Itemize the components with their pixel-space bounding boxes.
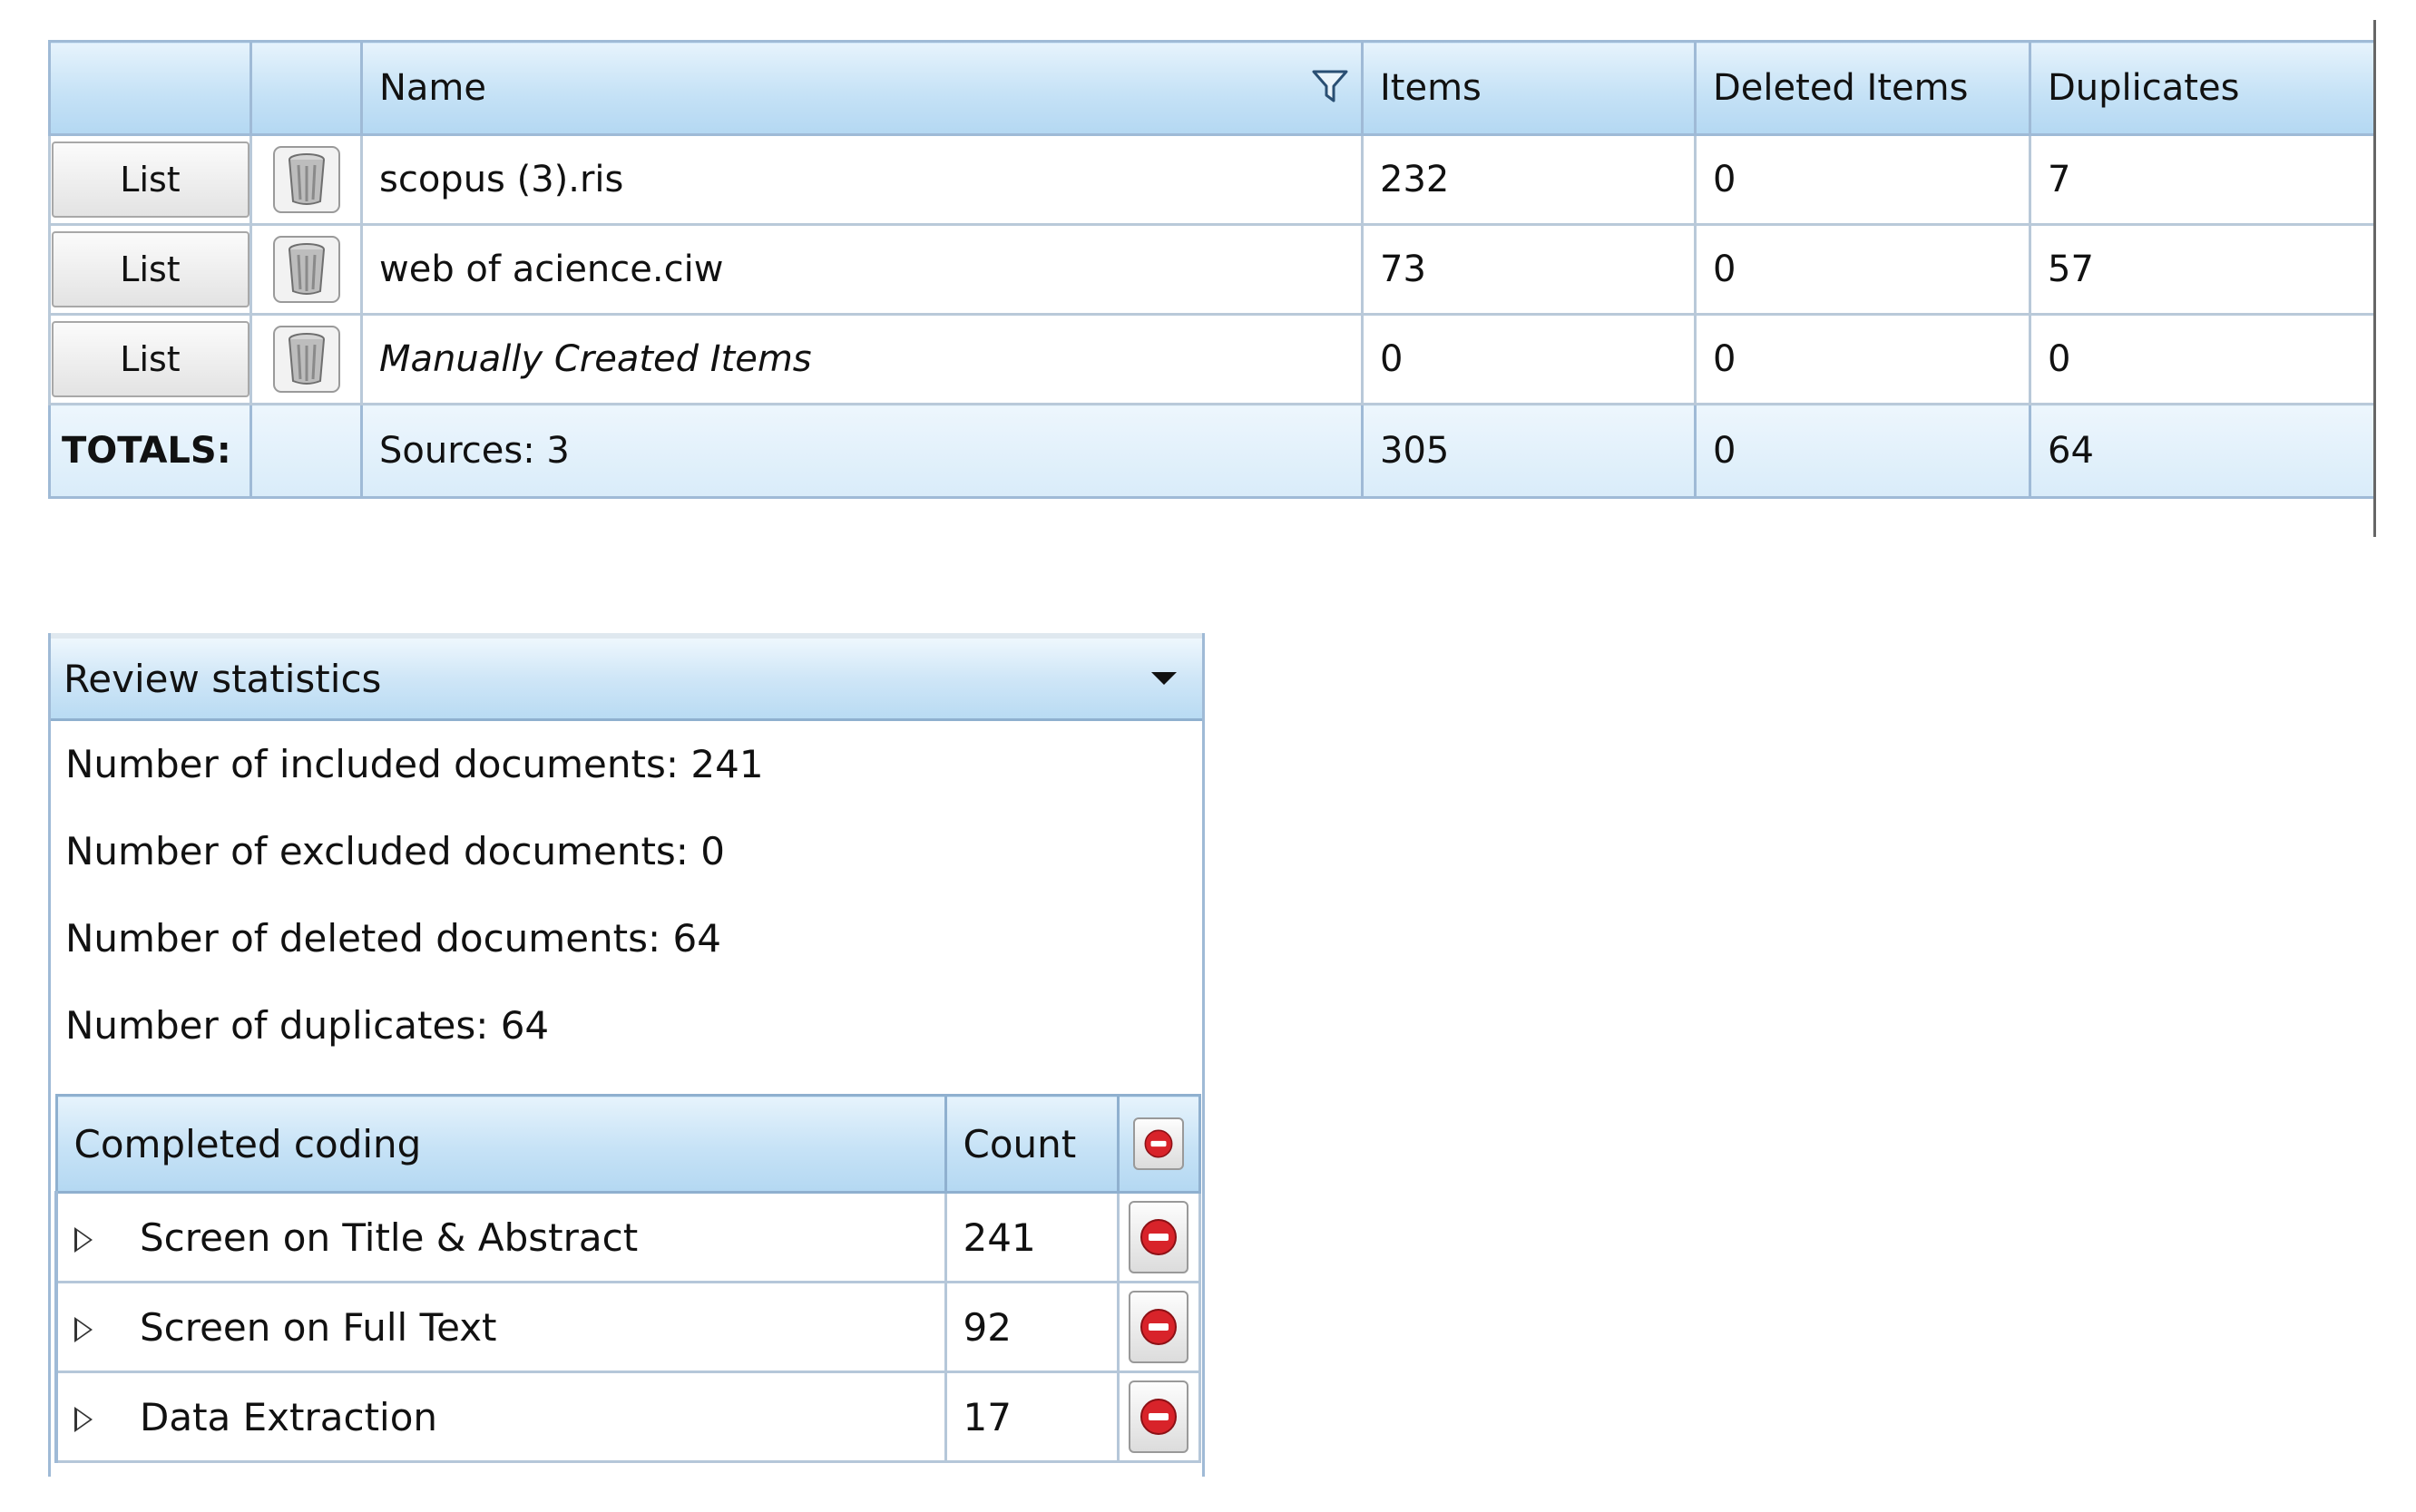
coding-header-row: Completed coding Count [54,1094,1201,1194]
remove-icon [1140,1219,1177,1255]
delete-coding-button[interactable] [1129,1201,1188,1273]
dropdown-arrow-icon[interactable] [1151,672,1177,685]
source-name: scopus (3).ris [360,133,1364,226]
filter-icon[interactable] [1310,66,1350,106]
trash-cell [249,313,363,405]
totals-sources: Sources: 3 [360,403,1364,499]
trash-bin-icon[interactable] [270,143,343,216]
coding-count: 92 [944,1281,1120,1373]
delete-cell [1116,1191,1201,1283]
stat-deleted: Number of deleted documents: 64 [65,916,721,961]
coding-name: Data Extraction [140,1394,438,1439]
sources-header-row: Name Items Deleted Items Duplicates [48,40,2376,136]
totals-deleted: 0 [1694,403,2031,499]
delete-coding-button[interactable] [1129,1380,1188,1453]
remove-icon [1140,1309,1177,1345]
header-empty-2 [249,40,363,136]
trash-cell [249,223,363,316]
trash-bin-icon[interactable] [270,323,343,395]
totals-row: TOTALS: Sources: 3 305 0 64 [48,403,2376,499]
header-duplicates[interactable]: Duplicates [2029,40,2376,136]
review-statistics-title: Review statistics [64,656,382,701]
header-deleted-items[interactable]: Deleted Items [1694,40,2031,136]
header-name[interactable]: Name [360,40,1364,136]
totals-empty [249,403,363,499]
delete-all-button[interactable] [1133,1117,1184,1170]
source-name: web of acience.ciw [360,223,1364,316]
table-row: List scopus (3).ris 232 0 7 [48,133,2376,226]
remove-icon [1144,1129,1173,1158]
totals-items: 305 [1361,403,1697,499]
list-button-cell: List [48,223,252,316]
list-button-cell: List [48,313,252,405]
review-statistics-panel: Review statistics Number of included doc… [48,633,1205,1477]
review-statistics-header[interactable]: Review statistics [51,633,1202,721]
table-row: List web of acience.ciw 73 0 57 [48,223,2376,316]
completed-coding-table: Completed coding Count Screen on Title &… [54,1094,1201,1463]
list-button-cell: List [48,133,252,226]
stat-duplicates: Number of duplicates: 64 [65,1003,550,1048]
list-button[interactable]: List [52,321,249,397]
remove-icon [1140,1399,1177,1435]
delete-coding-button[interactable] [1129,1291,1188,1363]
coding-count: 241 [944,1191,1120,1283]
coding-name-cell: Screen on Full Text [54,1281,947,1373]
list-button[interactable]: List [52,231,249,307]
header-completed-coding[interactable]: Completed coding [54,1094,947,1194]
stat-excluded: Number of excluded documents: 0 [65,829,726,873]
source-deleted: 0 [1694,313,2031,405]
sources-table: Name Items Deleted Items Duplicates List [48,40,2376,499]
header-items[interactable]: Items [1361,40,1697,136]
source-deleted: 0 [1694,223,2031,316]
coding-name-cell: Data Extraction [54,1371,947,1463]
source-duplicates: 0 [2029,313,2376,405]
delete-cell [1116,1281,1201,1373]
expand-triangle-icon[interactable] [74,1317,93,1342]
header-name-label: Name [379,67,487,109]
trash-cell [249,133,363,226]
delete-cell [1116,1371,1201,1463]
table-row[interactable]: Screen on Title & Abstract 241 [54,1191,1201,1283]
expand-triangle-icon[interactable] [74,1227,93,1253]
vertical-scrollbar-edge [2373,20,2376,537]
table-row: List Manually Created Items 0 0 0 [48,313,2376,405]
coding-name-cell: Screen on Title & Abstract [54,1191,947,1283]
coding-count: 17 [944,1371,1120,1463]
expand-triangle-icon[interactable] [74,1407,93,1432]
table-row[interactable]: Data Extraction 17 [54,1371,1201,1463]
source-items: 73 [1361,223,1697,316]
header-count[interactable]: Count [944,1094,1120,1194]
coding-name: Screen on Title & Abstract [140,1214,639,1260]
table-row[interactable]: Screen on Full Text 92 [54,1281,1201,1373]
source-items: 0 [1361,313,1697,405]
source-items: 232 [1361,133,1697,226]
source-duplicates: 7 [2029,133,2376,226]
source-duplicates: 57 [2029,223,2376,316]
stat-included: Number of included documents: 241 [65,742,764,786]
coding-name: Screen on Full Text [140,1304,497,1350]
header-delete-cell [1116,1094,1201,1194]
source-name: Manually Created Items [360,313,1364,405]
totals-label: TOTALS: [48,403,252,499]
trash-bin-icon[interactable] [270,233,343,306]
list-button[interactable]: List [52,141,249,218]
totals-duplicates: 64 [2029,403,2376,499]
source-deleted: 0 [1694,133,2031,226]
header-empty-1 [48,40,252,136]
